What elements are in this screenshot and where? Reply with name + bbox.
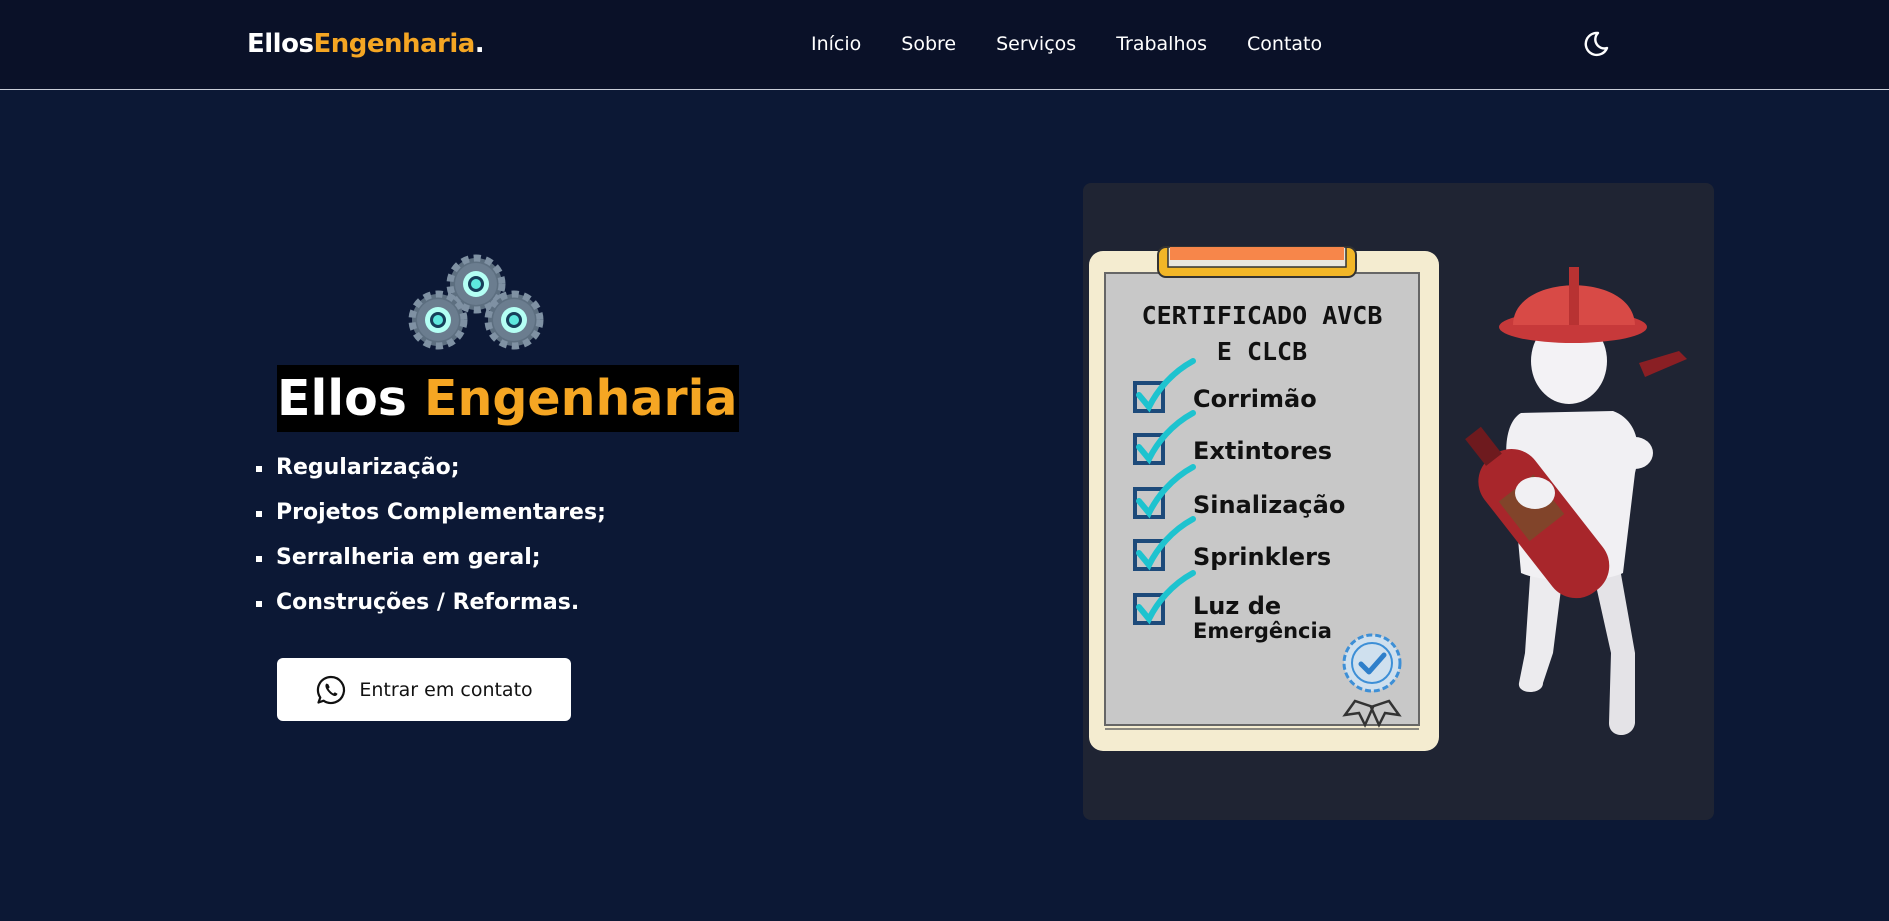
moon-icon <box>1584 31 1609 57</box>
hero-title: Ellos Engenharia <box>277 365 739 432</box>
main-nav: Início Sobre Serviços Trabalhos Contato <box>811 33 1322 55</box>
hero-title-ellos: Ellos <box>277 370 407 427</box>
whatsapp-icon <box>317 675 346 704</box>
service-item: Projetos Complementares; <box>256 495 606 540</box>
certificate-heading-line2: E CLCB <box>1217 337 1307 366</box>
service-item: Serralheria em geral; <box>256 540 606 585</box>
nav-link-trabalhos[interactable]: Trabalhos <box>1116 33 1207 55</box>
nav-link-inicio[interactable]: Início <box>811 33 861 55</box>
checklist-label: Sinalização <box>1193 491 1345 519</box>
service-item-label: Projetos Complementares; <box>276 500 606 525</box>
gears-icon <box>408 254 544 350</box>
nav-link-contato[interactable]: Contato <box>1247 33 1322 55</box>
site-header: EllosEngenharia. Início Sobre Serviços T… <box>0 0 1889 90</box>
site-logo[interactable]: EllosEngenharia. <box>247 29 485 59</box>
service-item-label: Serralheria em geral; <box>276 545 541 570</box>
service-item-label: Construções / Reformas. <box>276 590 580 615</box>
certificate-heading-line1: CERTIFICADO AVCB <box>1142 301 1383 330</box>
nav-link-servicos[interactable]: Serviços <box>996 33 1076 55</box>
checklist-label: Extintores <box>1193 437 1332 465</box>
avcb-illustration-card: CERTIFICADO AVCB E CLCB Corrimão Extinto… <box>1083 183 1714 820</box>
hero-title-engenharia: Engenharia <box>423 370 738 427</box>
logo-text-ellos: Ellos <box>247 29 314 59</box>
checklist-label: Corrimão <box>1193 385 1317 413</box>
nav-link-sobre[interactable]: Sobre <box>901 33 956 55</box>
contact-button-label: Entrar em contato <box>359 678 533 701</box>
checklist-label: Luz de <box>1193 592 1281 620</box>
avcb-illustration: CERTIFICADO AVCB E CLCB Corrimão Extinto… <box>1089 246 1687 751</box>
services-list: Regularização; Projetos Complementares; … <box>256 450 606 630</box>
service-item: Regularização; <box>256 450 606 495</box>
service-item-label: Regularização; <box>276 455 460 480</box>
theme-toggle-button[interactable] <box>1581 29 1611 59</box>
checklist-label-line2: Emergência <box>1193 619 1332 643</box>
logo-text-engenharia: Engenharia <box>313 29 475 59</box>
service-item: Construções / Reformas. <box>256 585 606 630</box>
contact-button[interactable]: Entrar em contato <box>277 658 571 721</box>
logo-dot: . <box>474 29 485 59</box>
firefighter-figure <box>1465 267 1687 735</box>
clip-tab <box>1170 247 1344 260</box>
checklist-label: Sprinklers <box>1193 543 1331 571</box>
